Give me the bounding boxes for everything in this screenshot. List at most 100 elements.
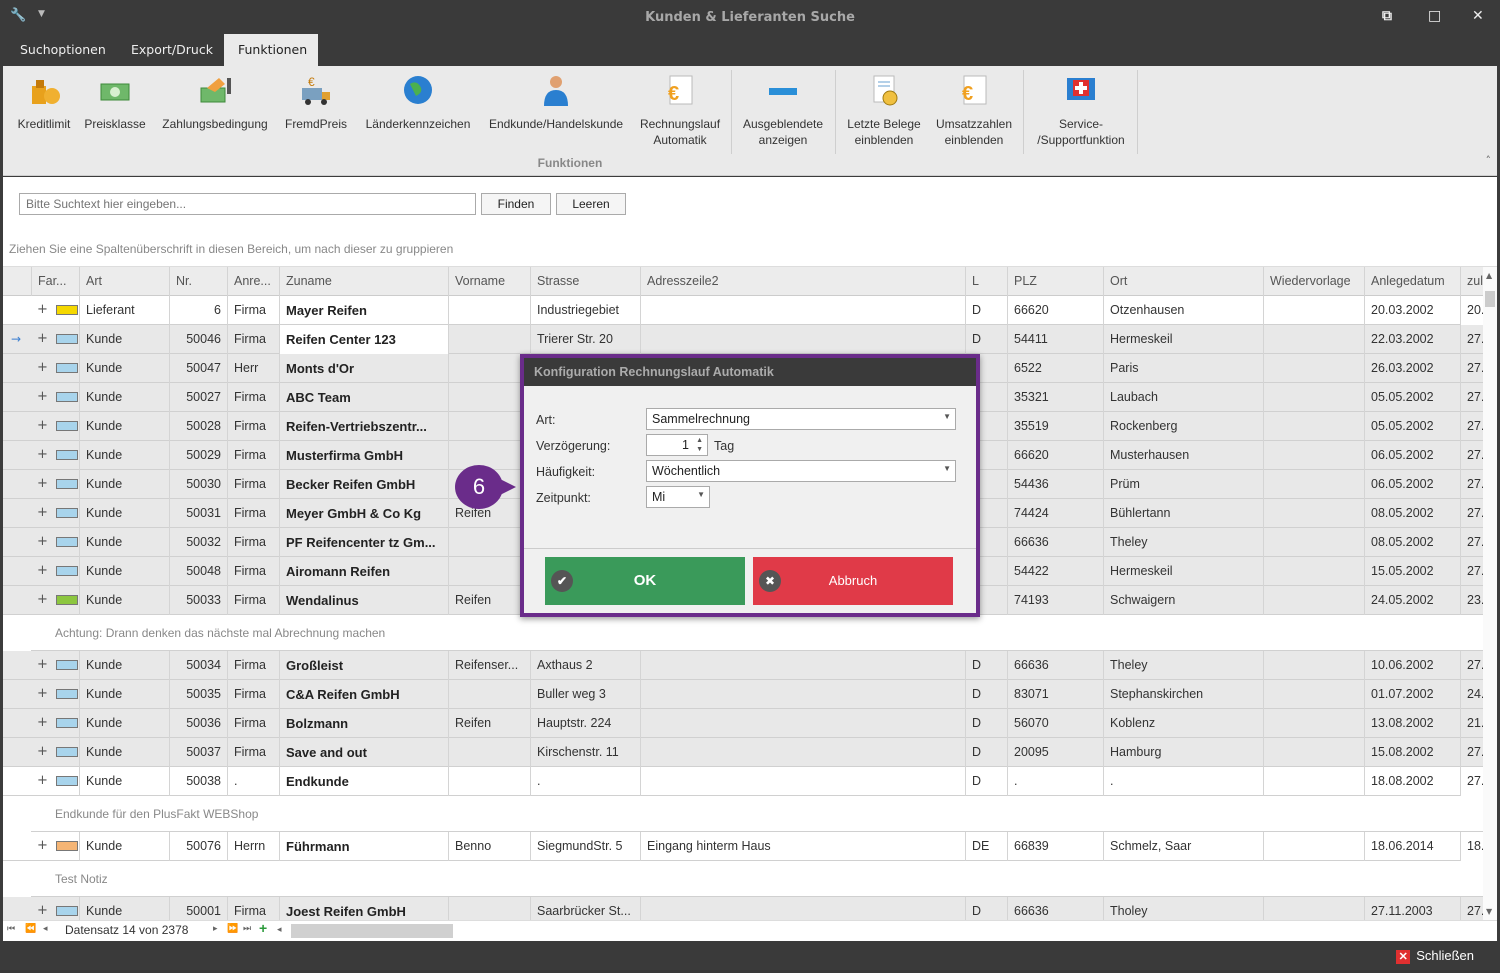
cell-art[interactable]: Kunde [79,557,169,586]
cell-wv[interactable] [1263,412,1364,441]
cell-zuname[interactable]: Meyer GmbH & Co Kg [279,499,448,528]
cell-adr2[interactable] [640,651,965,680]
cell-nr[interactable]: 50037 [169,738,227,767]
expand-row-icon[interactable]: + [37,832,48,860]
art-select[interactable]: Sammelrechnung ▼ [646,408,956,430]
next-page-icon[interactable]: ⏩ [227,923,238,934]
column-header[interactable]: Nr. [169,267,227,296]
expand-row-icon[interactable]: + [37,325,48,353]
scroll-down-icon[interactable]: ▼ [1486,907,1492,916]
cell-zuname[interactable]: PF Reifencenter tz Gm... [279,528,448,557]
cell-wv[interactable] [1263,832,1364,861]
cell-anrede[interactable]: . [227,767,279,796]
tab-export-druck[interactable]: Export/Druck [117,34,227,66]
maximize-icon[interactable]: □ [1428,8,1441,24]
cell-anlage[interactable]: 26.03.2002 [1364,354,1460,383]
cell-anlage[interactable]: 22.03.2002 [1364,325,1460,354]
column-header[interactable]: Zuname [279,267,448,296]
cell-art[interactable]: Kunde [79,354,169,383]
cell-anlage[interactable]: 20.03.2002 [1364,296,1460,325]
cell-anrede[interactable]: Firma [227,470,279,499]
cell-zuname[interactable]: Großleist [279,651,448,680]
cell-anlage[interactable]: 18.08.2002 [1364,767,1460,796]
cell-wv[interactable] [1263,897,1364,920]
cell-anlage[interactable]: 08.05.2002 [1364,499,1460,528]
scroll-left-icon[interactable]: ◂ [277,924,282,935]
cell-vorname[interactable]: Reifen [448,586,530,615]
cell-wv[interactable] [1263,354,1364,383]
cell-nr[interactable]: 50030 [169,470,227,499]
cell-adr2[interactable] [640,680,965,709]
cell-ort[interactable]: Prüm [1103,470,1263,499]
cell-wv[interactable] [1263,296,1364,325]
cell-ort[interactable]: Bühlertann [1103,499,1263,528]
table-row[interactable]: + Kunde 50035 Firma C&A Reifen GmbH Buller we… [3,680,1483,709]
table-row[interactable]: + Kunde 50034 Firma Großleist Reifenser... Axt… [3,651,1483,680]
cell-zuname[interactable]: Reifen-Vertriebszentr... [279,412,448,441]
column-header[interactable]: L [965,267,1007,296]
cell-wv[interactable] [1263,325,1364,354]
cell-vorname[interactable] [448,296,530,325]
cell-anlage[interactable]: 27.11.2003 [1364,897,1460,920]
cell-l[interactable]: DE [965,832,1007,861]
table-row[interactable]: + Kunde 50037 Firma Save and out Kirschenstr.… [3,738,1483,767]
table-row[interactable]: → + Kunde 50046 Firma Reifen Center 123 Triere… [3,325,1483,354]
fremdpreis-button[interactable]: € FremdPreis [281,72,351,132]
cell-nr[interactable]: 50029 [169,441,227,470]
cell-plz[interactable]: 74424 [1007,499,1103,528]
cell-wv[interactable] [1263,470,1364,499]
cell-strasse[interactable]: Industriegebiet [530,296,640,325]
cell-zuname[interactable]: Joest Reifen GmbH [279,897,448,920]
cell-ort[interactable]: Rockenberg [1103,412,1263,441]
cell-zul[interactable]: 27. [1460,738,1483,767]
column-header[interactable]: Strasse [530,267,640,296]
cell-anrede[interactable]: Herr [227,354,279,383]
laenderkennzeichen-button[interactable]: Länderkennzeichen [360,72,476,132]
cell-adr2[interactable] [640,897,965,920]
preisklasse-button[interactable]: Preisklasse [81,72,149,132]
cell-ort[interactable]: Stephanskirchen [1103,680,1263,709]
cell-anrede[interactable]: Firma [227,651,279,680]
cell-zuname[interactable]: Wendalinus [279,586,448,615]
cell-zuname[interactable]: Endkunde [279,767,448,796]
cell-art[interactable]: Kunde [79,832,169,861]
prev-record-icon[interactable]: ◂ [43,923,48,934]
cell-zul[interactable]: 27. [1460,897,1483,920]
cell-plz[interactable]: 54436 [1007,470,1103,499]
cell-zul[interactable]: 27. [1460,499,1483,528]
cell-zul[interactable]: 27. [1460,557,1483,586]
cancel-button[interactable]: ✖ Abbruch [753,557,953,605]
scroll-thumb[interactable] [1485,291,1495,307]
collapse-ribbon-icon[interactable]: ˄ [1486,154,1492,167]
cell-zul[interactable]: 20. [1460,296,1483,325]
horizontal-scroll-thumb[interactable] [291,924,453,938]
cell-anlage[interactable]: 06.05.2002 [1364,470,1460,499]
column-header[interactable]: Adresszeile2 [640,267,965,296]
cell-strasse[interactable]: Saarbrücker St... [530,897,640,920]
cell-anlage[interactable]: 01.07.2002 [1364,680,1460,709]
cell-plz[interactable]: 54411 [1007,325,1103,354]
expand-row-icon[interactable]: + [37,499,48,527]
zahlungsbedingung-button[interactable]: Zahlungsbedingung [158,72,272,132]
table-row[interactable]: + Kunde 50038. Endkunde. D.. 18.08.2002 27. [3,767,1483,796]
column-header[interactable]: PLZ [1007,267,1103,296]
cell-zul[interactable]: 27. [1460,470,1483,499]
cell-zuname[interactable]: Reifen Center 123 [279,325,448,354]
cell-zul[interactable]: 27. [1460,325,1483,354]
cell-l[interactable]: D [965,680,1007,709]
cell-plz[interactable]: 83071 [1007,680,1103,709]
cell-ort[interactable]: Paris [1103,354,1263,383]
frequency-select[interactable]: Wöchentlich ▼ [646,460,956,482]
column-header[interactable]: zuletzt [1460,267,1483,296]
cell-plz[interactable]: 66636 [1007,897,1103,920]
cell-nr[interactable]: 50047 [169,354,227,383]
cell-vorname[interactable] [448,897,530,920]
cell-l[interactable]: D [965,738,1007,767]
cell-anlage[interactable]: 18.06.2014 [1364,832,1460,861]
cell-l[interactable]: D [965,767,1007,796]
scroll-up-icon[interactable]: ▲ [1486,271,1492,280]
ausgeblendete-anzeigen-button[interactable]: Ausgeblendete anzeigen [737,72,829,148]
cell-ort[interactable]: Otzenhausen [1103,296,1263,325]
delay-spinner[interactable]: 1 ▲ ▼ [646,434,708,456]
cell-vorname[interactable] [448,354,530,383]
